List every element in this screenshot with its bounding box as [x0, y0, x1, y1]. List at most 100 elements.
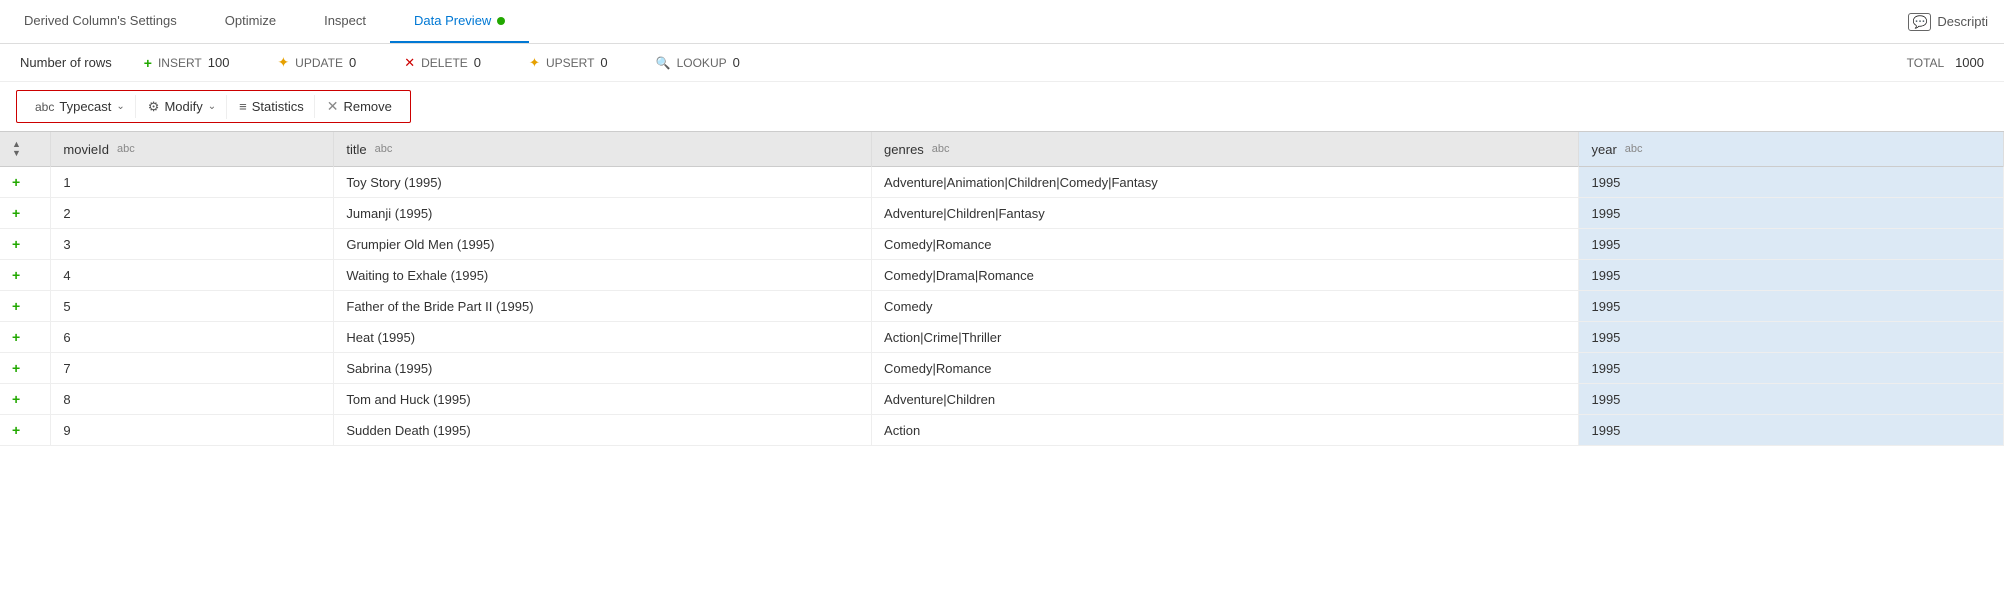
expand-icon[interactable]: +: [12, 422, 20, 438]
cell-genres: Adventure|Animation|Children|Comedy|Fant…: [872, 167, 1579, 198]
data-preview-dot: [497, 17, 505, 25]
cell-title: Father of the Bride Part II (1995): [334, 291, 872, 322]
cell-year: 1995: [1579, 291, 2004, 322]
expand-icon[interactable]: +: [12, 391, 20, 407]
toolbar-group: abc Typecast ⌄ ⚙ Modify ⌄ ≡ Statistics ✕…: [16, 90, 411, 123]
cell-title: Sudden Death (1995): [334, 415, 872, 446]
table-row: +4Waiting to Exhale (1995)Comedy|Drama|R…: [0, 260, 2004, 291]
cell-movieid: 9: [51, 415, 334, 446]
cell-movieid: 3: [51, 229, 334, 260]
table-row: +9Sudden Death (1995)Action1995: [0, 415, 2004, 446]
typecast-icon: abc: [35, 100, 54, 114]
cell-title: Toy Story (1995): [334, 167, 872, 198]
row-expand-cell[interactable]: +: [0, 198, 51, 229]
row-expand-cell[interactable]: +: [0, 229, 51, 260]
row-expand-cell[interactable]: +: [0, 167, 51, 198]
cell-title: Tom and Huck (1995): [334, 384, 872, 415]
number-of-rows-label: Number of rows: [20, 55, 112, 70]
cell-title: Jumanji (1995): [334, 198, 872, 229]
row-expand-cell[interactable]: +: [0, 353, 51, 384]
update-icon: ✦: [277, 54, 289, 71]
tab-right-description[interactable]: 💬 Descripti: [1908, 13, 2004, 31]
remove-icon: ✕: [327, 98, 339, 115]
expand-icon[interactable]: +: [12, 205, 20, 221]
cell-year: 1995: [1579, 167, 2004, 198]
cell-year: 1995: [1579, 260, 2004, 291]
cell-genres: Comedy|Drama|Romance: [872, 260, 1579, 291]
toolbar-row: abc Typecast ⌄ ⚙ Modify ⌄ ≡ Statistics ✕…: [0, 82, 2004, 132]
cell-movieid: 7: [51, 353, 334, 384]
chat-icon: 💬: [1908, 13, 1931, 31]
th-expand: ▲▼: [0, 132, 51, 167]
table-row: +2Jumanji (1995)Adventure|Children|Fanta…: [0, 198, 2004, 229]
cell-title: Sabrina (1995): [334, 353, 872, 384]
stat-update: ✦ UPDATE 0: [277, 54, 356, 71]
cell-genres: Comedy|Romance: [872, 353, 1579, 384]
statistics-button[interactable]: ≡ Statistics: [229, 95, 315, 118]
statistics-icon: ≡: [239, 99, 247, 114]
expand-icon[interactable]: +: [12, 267, 20, 283]
stat-delete: ✕ DELETE 0: [404, 55, 481, 71]
modify-button[interactable]: ⚙ Modify ⌄: [138, 95, 227, 119]
modify-icon: ⚙: [148, 99, 160, 115]
insert-icon: +: [144, 55, 152, 71]
table-row: +5Father of the Bride Part II (1995)Come…: [0, 291, 2004, 322]
delete-icon: ✕: [404, 55, 415, 71]
row-expand-cell[interactable]: +: [0, 384, 51, 415]
cell-movieid: 6: [51, 322, 334, 353]
sort-arrows-expand[interactable]: ▲▼: [12, 140, 21, 158]
cell-genres: Adventure|Children|Fantasy: [872, 198, 1579, 229]
upsert-icon: ✦: [529, 55, 540, 71]
cell-genres: Comedy|Romance: [872, 229, 1579, 260]
cell-year: 1995: [1579, 198, 2004, 229]
cell-movieid: 5: [51, 291, 334, 322]
table-row: +1Toy Story (1995)Adventure|Animation|Ch…: [0, 167, 2004, 198]
cell-year: 1995: [1579, 322, 2004, 353]
cell-title: Waiting to Exhale (1995): [334, 260, 872, 291]
expand-icon[interactable]: +: [12, 329, 20, 345]
expand-icon[interactable]: +: [12, 174, 20, 190]
table-row: +7Sabrina (1995)Comedy|Romance1995: [0, 353, 2004, 384]
tab-inspect[interactable]: Inspect: [300, 0, 390, 43]
tab-bar: Derived Column's Settings Optimize Inspe…: [0, 0, 2004, 44]
th-movieid: movieId abc: [51, 132, 334, 167]
stat-insert: + INSERT 100: [144, 55, 230, 71]
stat-total: TOTAL 1000: [1907, 55, 1984, 70]
tab-settings[interactable]: Derived Column's Settings: [0, 0, 201, 43]
expand-icon[interactable]: +: [12, 360, 20, 376]
lookup-icon: 🔍: [656, 56, 671, 70]
cell-year: 1995: [1579, 384, 2004, 415]
row-expand-cell[interactable]: +: [0, 260, 51, 291]
cell-genres: Action: [872, 415, 1579, 446]
data-table: ▲▼ movieId abc title abc: [0, 132, 2004, 446]
tab-data-preview[interactable]: Data Preview: [390, 0, 529, 43]
cell-year: 1995: [1579, 415, 2004, 446]
cell-year: 1995: [1579, 229, 2004, 260]
expand-icon[interactable]: +: [12, 236, 20, 252]
cell-genres: Comedy: [872, 291, 1579, 322]
expand-icon[interactable]: +: [12, 298, 20, 314]
remove-button[interactable]: ✕ Remove: [317, 94, 402, 119]
data-table-wrapper: ▲▼ movieId abc title abc: [0, 132, 2004, 446]
table-row: +6Heat (1995)Action|Crime|Thriller1995: [0, 322, 2004, 353]
cell-title: Heat (1995): [334, 322, 872, 353]
table-header-row: ▲▼ movieId abc title abc: [0, 132, 2004, 167]
table-row: +3Grumpier Old Men (1995)Comedy|Romance1…: [0, 229, 2004, 260]
row-expand-cell[interactable]: +: [0, 322, 51, 353]
row-expand-cell[interactable]: +: [0, 291, 51, 322]
table-row: +8Tom and Huck (1995)Adventure|Children1…: [0, 384, 2004, 415]
typecast-button[interactable]: abc Typecast ⌄: [25, 95, 136, 118]
stat-lookup: 🔍 LOOKUP 0: [656, 55, 740, 70]
row-expand-cell[interactable]: +: [0, 415, 51, 446]
cell-movieid: 8: [51, 384, 334, 415]
cell-genres: Action|Crime|Thriller: [872, 322, 1579, 353]
cell-title: Grumpier Old Men (1995): [334, 229, 872, 260]
cell-movieid: 4: [51, 260, 334, 291]
tab-optimize[interactable]: Optimize: [201, 0, 300, 43]
th-title: title abc: [334, 132, 872, 167]
stats-row: Number of rows + INSERT 100 ✦ UPDATE 0 ✕…: [0, 44, 2004, 82]
cell-movieid: 1: [51, 167, 334, 198]
stat-upsert: ✦ UPSERT 0: [529, 55, 608, 71]
modify-chevron-icon: ⌄: [208, 101, 216, 112]
cell-year: 1995: [1579, 353, 2004, 384]
